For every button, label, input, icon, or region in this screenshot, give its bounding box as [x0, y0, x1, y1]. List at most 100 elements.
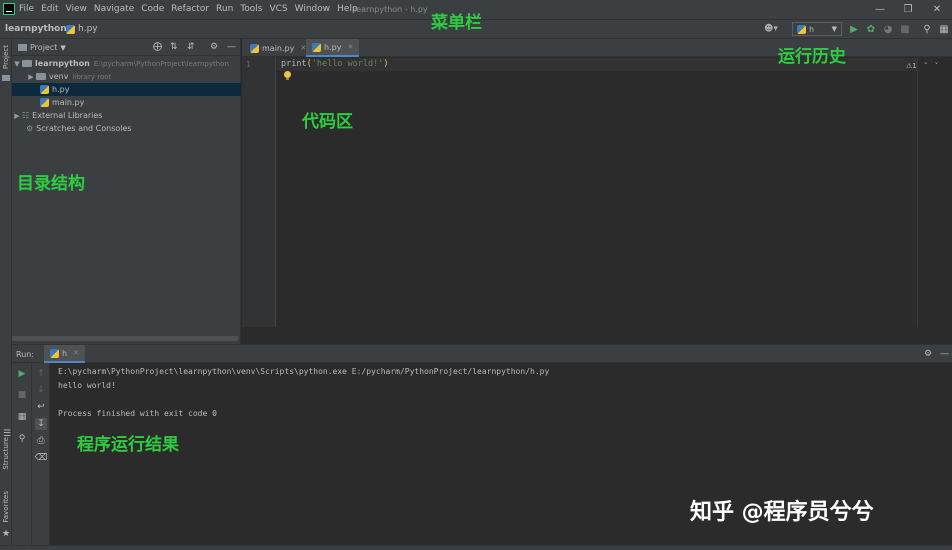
annotation-run-history: 运行历史	[778, 47, 846, 67]
search-icon[interactable]: ⚲	[921, 23, 933, 35]
arrow-down-icon[interactable]: ↓	[35, 384, 47, 396]
python-file-icon	[312, 42, 321, 52]
run-config-label: h	[809, 24, 815, 34]
chevron-down-icon: ▼	[14, 59, 20, 68]
minimize-button[interactable]: —	[872, 2, 888, 16]
run-config-select[interactable]: h ▼	[792, 22, 842, 36]
python-file-icon	[797, 24, 806, 34]
favorites-tool-tab[interactable]: Favorites	[2, 491, 10, 523]
menu-file[interactable]: File	[19, 4, 34, 14]
project-panel-header: Project ▼ ⨁ ⇅ ⇵ ⚙ —	[12, 39, 241, 56]
tree-item-h-py[interactable]: h.py	[12, 83, 241, 96]
tree-item-learnpython[interactable]: ▼ learnpython E:\pycharm\PythonProject\l…	[12, 57, 241, 70]
warning-count: ⚠1	[906, 62, 917, 70]
tab-main-py[interactable]: main.py ✕	[244, 39, 312, 57]
tree-item-note: library root	[72, 72, 112, 81]
run-icon[interactable]: ▶	[848, 23, 860, 35]
lightbulb-icon[interactable]	[284, 71, 291, 80]
tab-h-py[interactable]: h.py ✕	[306, 39, 360, 57]
trash-icon[interactable]: ⌫	[35, 452, 48, 464]
debug-icon[interactable]: ✿	[865, 23, 877, 35]
tree-item-scratches[interactable]: ⚙ Scratches and Consoles	[12, 122, 241, 135]
project-icon	[18, 44, 27, 51]
menu-view[interactable]: View	[66, 4, 87, 14]
maximize-button[interactable]: ❐	[900, 2, 916, 16]
menu-code[interactable]: Code	[141, 4, 164, 14]
code-string: 'hello world!'	[311, 59, 384, 69]
scratches-icon: ⚙	[26, 124, 34, 133]
warning-indicator[interactable]: ⚠1 ˄ ˅	[906, 62, 938, 70]
breadcrumb-file-label: h.py	[78, 24, 98, 34]
layout-icon[interactable]: ▦	[938, 23, 950, 35]
collapse-all-icon[interactable]: ⇵	[187, 42, 195, 52]
coverage-icon[interactable]: ◕	[882, 23, 894, 35]
tree-item-label: h.py	[52, 85, 70, 94]
python-file-icon	[40, 85, 49, 94]
window-title: learnpython - h.py	[354, 5, 428, 14]
horizontal-scrollbar[interactable]	[12, 336, 238, 341]
close-button[interactable]: ✕	[929, 2, 945, 16]
print-icon[interactable]: ⎙	[35, 435, 47, 447]
tree-item-venv[interactable]: ▶ venv library root	[12, 70, 241, 83]
menu-refactor[interactable]: Refactor	[171, 4, 209, 14]
gear-icon[interactable]: ⚙	[210, 42, 218, 52]
breadcrumb-file[interactable]: h.py	[66, 24, 98, 34]
annotation-run-result: 程序运行结果	[77, 435, 179, 455]
console-exit-line: Process finished with exit code 0	[58, 409, 217, 418]
run-toolbar-secondary: ↑ ↓ ↩ ↧ ⎙ ⌫	[32, 363, 50, 546]
tab-label: main.py	[262, 43, 295, 53]
run-label: Run:	[16, 350, 35, 359]
tab-label: h.py	[324, 42, 342, 52]
menu-tools[interactable]: Tools	[240, 4, 262, 14]
code-line[interactable]: print('hello world!')	[281, 59, 389, 69]
folder-icon	[22, 60, 32, 67]
close-icon[interactable]: ✕	[73, 349, 79, 357]
console-output-line: hello world!	[58, 381, 116, 390]
arrow-up-icon[interactable]: ↑	[35, 368, 47, 380]
user-icon[interactable]: ☻▾	[764, 24, 778, 34]
close-icon[interactable]: ✕	[347, 43, 353, 51]
annotation-dir-structure: 目录结构	[17, 174, 85, 194]
python-file-icon	[66, 24, 75, 34]
tree-item-path: E:\pycharm\PythonProject\learnpython	[93, 59, 229, 68]
expand-all-icon[interactable]: ⇅	[170, 42, 178, 52]
pin-icon[interactable]: ⚲	[16, 433, 28, 445]
menu-run[interactable]: Run	[216, 4, 233, 14]
editor-scroll-strip[interactable]	[918, 57, 952, 327]
code-editor[interactable]	[277, 57, 917, 327]
left-tool-strip: Project ☰ Structure Favorites ★	[0, 39, 12, 545]
pycharm-logo-icon	[3, 3, 15, 15]
chevron-up-icon[interactable]: ˄	[924, 62, 928, 70]
run-tab-h[interactable]: h ✕	[44, 345, 85, 363]
hide-icon[interactable]: —	[227, 42, 236, 52]
scroll-to-end-icon[interactable]: ↧	[35, 418, 47, 430]
annotation-code-area: 代码区	[302, 112, 353, 132]
chevron-right-icon: ▶	[14, 111, 20, 120]
stop-icon[interactable]: ■	[899, 23, 911, 35]
locate-icon[interactable]: ⨁	[153, 42, 162, 52]
tree-item-main-py[interactable]: main.py	[12, 96, 241, 109]
structure-tool-tab[interactable]: Structure	[2, 437, 10, 470]
chevron-down-icon: ▼	[60, 43, 66, 52]
stop-icon[interactable]: ■	[16, 389, 28, 401]
editor-gutter	[242, 57, 276, 327]
layout-icon[interactable]: ▦	[16, 411, 28, 423]
menu-navigate[interactable]: Navigate	[94, 4, 134, 14]
python-file-icon	[250, 43, 259, 53]
hide-icon[interactable]: —	[940, 349, 949, 359]
status-bar	[0, 545, 952, 550]
gear-icon[interactable]: ⚙	[924, 349, 932, 359]
project-view-select[interactable]: Project ▼	[18, 43, 66, 52]
menu-vcs[interactable]: VCS	[269, 4, 287, 14]
star-icon: ★	[2, 529, 11, 539]
soft-wrap-icon[interactable]: ↩	[35, 401, 47, 413]
tree-item-label: Scratches and Consoles	[36, 124, 132, 133]
project-tool-tab[interactable]: Project	[2, 45, 10, 69]
chevron-down-icon[interactable]: ˅	[935, 62, 939, 70]
python-file-icon	[50, 348, 59, 358]
menu-edit[interactable]: Edit	[41, 4, 58, 14]
rerun-icon[interactable]: ▶	[16, 368, 28, 380]
menu-window[interactable]: Window	[295, 4, 331, 14]
python-file-icon	[40, 98, 49, 107]
tree-item-external-libraries[interactable]: ▶ ☷ External Libraries	[12, 109, 241, 122]
